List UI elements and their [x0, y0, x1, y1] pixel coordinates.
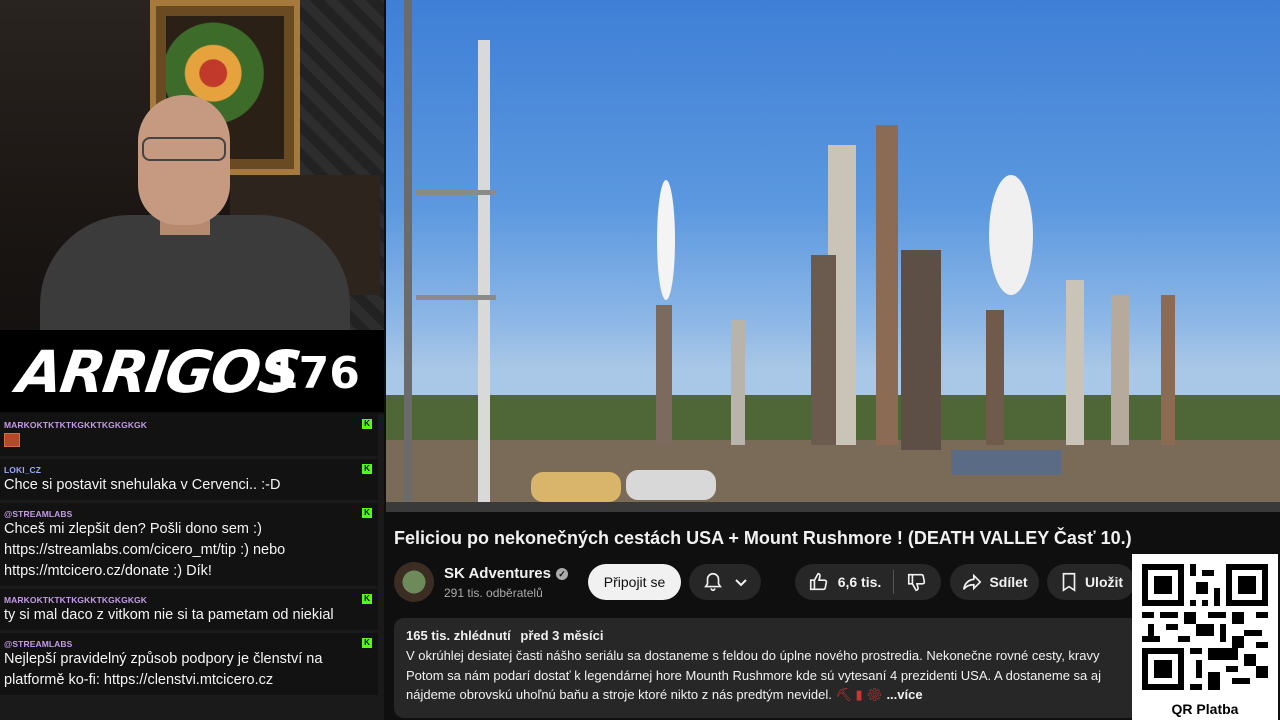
kick-icon: K — [362, 508, 372, 518]
kick-icon: K — [362, 464, 372, 474]
thumbs-up-icon[interactable] — [808, 571, 830, 593]
chat-emote-icon — [4, 433, 20, 447]
upload-age: před 3 měsíci — [520, 628, 604, 643]
bookmark-icon — [1059, 571, 1079, 593]
video-title: Feliciou po nekonečných cestách USA + Mo… — [394, 528, 1132, 548]
more-link[interactable]: ...více — [886, 687, 922, 702]
qr-label: QR Platba — [1171, 701, 1239, 717]
chat-username: MARKOKTKTKTKGKKTKGKGKGK — [4, 595, 148, 605]
chat-message: MARKOKTKTKTKGKKTKGKGKGK K — [0, 414, 378, 456]
stream-overlay: ARRIGOS 176 MARKOKTKTKTKGKKTKGKGKGK K LO… — [0, 0, 384, 720]
chevron-down-icon — [734, 575, 748, 589]
share-icon — [961, 571, 983, 593]
chat-username: MARKOKTKTKTKGKKTKGKGKGK — [4, 420, 148, 430]
thumbs-down-icon[interactable] — [906, 571, 928, 593]
chat-username: @STREAMLABS — [4, 639, 73, 649]
video-player[interactable] — [386, 0, 1280, 512]
banner-name: ARRIGOS — [13, 338, 304, 406]
banner-number: 176 — [268, 348, 360, 399]
chat-text: Chce si postavit snehulaka v Cervenci.. … — [4, 477, 281, 493]
chat-text: Nejlepší pravidelný způsob podpory je čl… — [4, 651, 323, 688]
chat-username: LOKI_CZ — [4, 465, 42, 475]
save-button[interactable]: Uložit — [1047, 564, 1135, 600]
description-line: nájdeme obrovskú uhoľnú baňu a stroje kt… — [406, 687, 836, 702]
chat-panel: MARKOKTKTKTKGKKTKGKGKGK K LOKI_CZ Chce s… — [0, 414, 384, 720]
description-line: V okrúhlej desiatej časti nášho seriálu … — [406, 648, 1100, 663]
chat-username: @STREAMLABS — [4, 509, 73, 519]
glasses — [142, 137, 226, 161]
channel-name-row[interactable]: SK Adventures ✓ — [444, 565, 568, 582]
chat-text: ty si mal daco z vitkom nie si ta pameta… — [4, 607, 334, 623]
channel-avatar[interactable] — [394, 562, 434, 602]
kick-icon: K — [362, 638, 372, 648]
kick-icon: K — [362, 594, 372, 604]
view-meta: 165 tis. zhlédnutí před 3 měsíci — [406, 628, 1128, 643]
bell-icon — [702, 571, 724, 593]
verified-icon: ✓ — [555, 568, 568, 580]
chat-message: MARKOKTKTKTKGKKTKGKGKGK ty si mal daco z… — [0, 589, 378, 630]
emoji-icons: ⛏ ▮ ⚙ — [835, 687, 887, 702]
save-label: Uložit — [1084, 574, 1124, 590]
share-button[interactable]: Sdílet — [950, 564, 1039, 600]
like-divider — [893, 570, 895, 594]
channel-name[interactable]: SK Adventures — [444, 565, 551, 582]
description-line-last: nájdeme obrovskú uhoľnú baňu a stroje kt… — [406, 685, 1128, 705]
chat-message: @STREAMLABS Nejlepší pravidelný způsob p… — [0, 633, 378, 695]
video-frame — [386, 0, 1280, 512]
like-count[interactable]: 6,6 tis. — [838, 574, 882, 590]
kick-icon: K — [362, 419, 372, 429]
join-button[interactable]: Připojit se — [588, 564, 681, 600]
view-count: 165 tis. zhlédnutí — [406, 628, 511, 643]
share-label: Sdílet — [989, 574, 1028, 590]
description-box[interactable]: 165 tis. zhlédnutí před 3 měsíci V okrúh… — [394, 618, 1140, 718]
like-dislike-group: 6,6 tis. — [795, 564, 941, 600]
webcam-feed — [0, 0, 384, 330]
chat-message: LOKI_CZ Chce si postavit snehulaka v Cer… — [0, 459, 378, 500]
stream-banner: ARRIGOS 176 — [0, 330, 384, 412]
description-line: Potom sa nám podarí dostať k legendárnej… — [406, 667, 1101, 683]
subscriber-count: 291 tis. odběratelů — [444, 586, 543, 600]
qr-payment-panel: QR Platba — [1132, 554, 1278, 720]
notification-button[interactable] — [689, 564, 761, 600]
chat-message: @STREAMLABS Chceš mi zlepšit den? Pošli … — [0, 503, 378, 586]
qr-code-icon — [1142, 564, 1268, 690]
chat-text: Chceš mi zlepšit den? Pošli dono sem :) … — [4, 521, 286, 579]
